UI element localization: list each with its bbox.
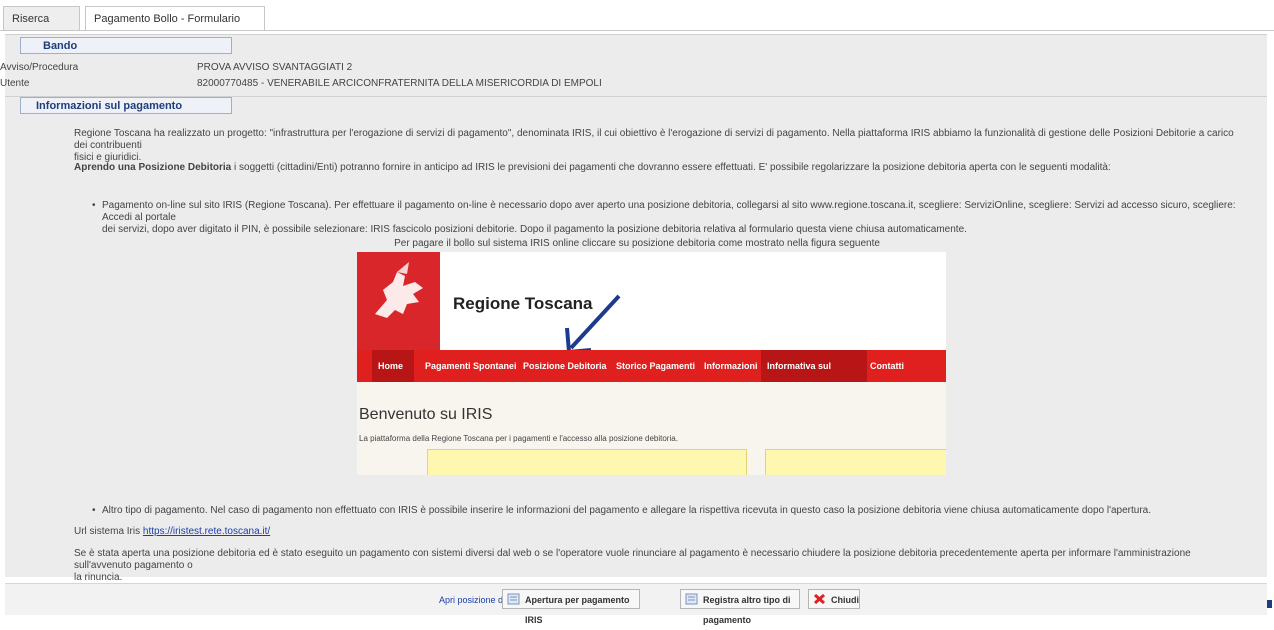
- aprendo-bold: Aprendo una Posizione Debitoria: [74, 162, 232, 173]
- nav-informazioni: Informazioni: [704, 361, 758, 371]
- nav-home: Home: [372, 350, 414, 382]
- section-title-bando: Bando: [20, 37, 232, 54]
- iris-navbar: Home Pagamenti Spontanei Posizione Debit…: [357, 350, 946, 403]
- iris-welcome-subtitle: La piattaforma della Regione Toscana per…: [359, 434, 678, 443]
- bullet-line: Pagamento on-line sul sito IRIS (Regione…: [102, 200, 1236, 223]
- utente-value: 82000770485 - VENERABILE ARCICONFRATERNI…: [197, 78, 602, 89]
- apertura-pagamento-iris-button[interactable]: Apertura per pagamento IRIS: [502, 589, 640, 625]
- nav-storico-pagamenti: Storico Pagamenti: [616, 361, 696, 371]
- bullet-line: dei servizi, dopo aver digitato il PIN, …: [102, 224, 967, 235]
- figure-caption: Per pagare il bollo sul sistema IRIS onl…: [394, 238, 880, 249]
- section-title-pagamento: Informazioni sul pagamento: [20, 97, 232, 114]
- aprendo-text: Aprendo una Posizione Debitoria i sogget…: [74, 162, 1244, 174]
- divider: [0, 30, 1274, 31]
- iris-yellow-box: [427, 449, 747, 475]
- document-icon: [685, 593, 698, 605]
- iris-yellow-box: [765, 449, 946, 475]
- bullet-line: Altro tipo di pagamento. Nel caso di pag…: [102, 505, 1152, 516]
- closing-text: Se è stata aperta una posizione debitori…: [74, 548, 1244, 584]
- bullet-altro-pagamento: • Altro tipo di pagamento. Nel caso di p…: [92, 505, 1242, 517]
- registra-altro-pagamento-button[interactable]: Registra altro tipo di pagamento: [680, 589, 800, 625]
- iris-welcome-heading: Benvenuto su IRIS: [359, 406, 493, 423]
- url-label: Url sistema Iris: [74, 526, 143, 537]
- intro-text: Regione Toscana ha realizzato un progett…: [74, 128, 1244, 164]
- nav-pagamenti-spontanei: Pagamenti Spontanei: [425, 361, 517, 371]
- bullet-iris-online: • Pagamento on-line sul sito IRIS (Regio…: [92, 200, 1242, 236]
- aprendo-rest: i soggetti (cittadini/Enti) potranno for…: [231, 162, 1111, 173]
- document-icon: [507, 593, 520, 605]
- chiudi-button[interactable]: Chiudi: [808, 589, 860, 609]
- close-icon: [814, 593, 825, 605]
- utente-label: Utente: [0, 78, 30, 89]
- iris-url-link[interactable]: https://iristest.rete.toscana.it/: [143, 526, 270, 537]
- nav-contatti: Contatti: [870, 361, 904, 371]
- iris-screenshot: Regione Toscana Home Pagamenti Spontanei…: [357, 252, 946, 475]
- pegasus-icon: [375, 262, 423, 318]
- avviso-label: Avviso/Procedura: [0, 62, 79, 73]
- scroll-marker: [1267, 600, 1272, 608]
- tab-pagamento-bollo[interactable]: Pagamento Bollo - Formulario N.76 ×: [85, 6, 265, 49]
- bullet-icon: •: [92, 505, 96, 516]
- bullet-icon: •: [92, 200, 96, 211]
- avviso-value: PROVA AVVISO SVANTAGGIATI 2: [197, 62, 353, 73]
- tab-bar: Riserca Bandi Pagamento Bollo - Formular…: [0, 0, 1274, 49]
- closing-line: Se è stata aperta una posizione debitori…: [74, 548, 1191, 571]
- tab-ricerca-bandi[interactable]: Riserca Bandi: [3, 6, 80, 49]
- button-label: Chiudi: [831, 595, 859, 605]
- nav-posizione-debitoria: Posizione Debitoria: [523, 361, 607, 371]
- intro-line: Regione Toscana ha realizzato un progett…: [74, 128, 1234, 151]
- url-line: Url sistema Iris https://iristest.rete.t…: [74, 526, 270, 538]
- nav-informativa-cookie: Informativa sul Cookie: [761, 350, 867, 403]
- pegasus-logo: [357, 252, 440, 350]
